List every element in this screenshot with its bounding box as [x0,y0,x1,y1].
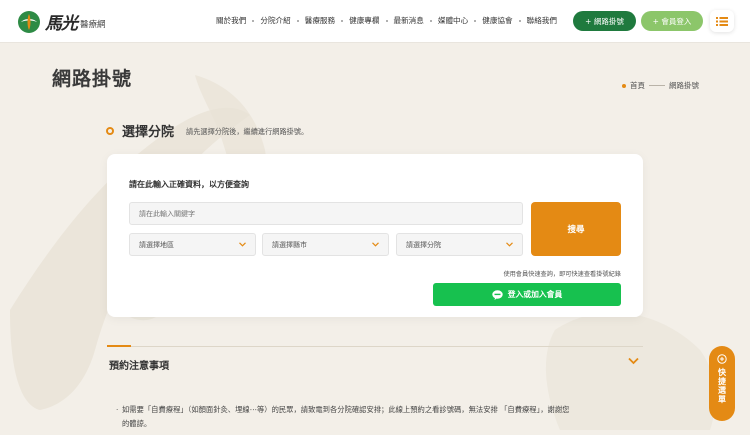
list-menu-icon [716,16,728,26]
bullet-icon: · [116,405,119,414]
notice-line-1: 如需要「自費療程」（如顏面針灸、埋線⋯等）的民眾，請致電到各分院確認安排；此線上… [122,405,570,414]
chevron-down-icon [239,242,246,247]
main-nav: 關於我們 分院介紹 醫療服務 健康專欄 最新消息 媒體中心 健康協會 聯絡我們 [216,15,557,26]
nav-media[interactable]: 媒體中心 [438,15,468,26]
menu-button[interactable] [710,10,734,32]
nav-services[interactable]: 醫療服務 [305,15,335,26]
nav-separator [385,19,388,22]
keyword-input[interactable] [129,202,523,225]
nav-separator [341,19,344,22]
region-select-value: 請選擇地區 [139,240,174,249]
online-booking-button[interactable]: + 網路掛號 [573,11,636,31]
branch-select[interactable]: 請選擇分院 [396,233,523,256]
branch-select-value: 請選擇分院 [406,240,441,249]
form-heading: 請在此輸入正確資料，以方便查詢 [129,180,249,189]
nav-news[interactable]: 最新消息 [394,15,424,26]
line-login-button[interactable]: 登入或加入會員 [433,283,621,306]
quick-menu-button[interactable]: 快捷選單 [709,346,735,421]
section-description: 請先選擇分院後，繼續進行網路掛號。 [186,127,309,136]
quick-menu-label: 快捷選單 [717,368,727,404]
line-login-label: 登入或加入會員 [507,290,563,299]
breadcrumb-home[interactable]: 首頁 [630,80,645,91]
chevron-down-icon [372,242,379,247]
nav-separator [429,19,432,22]
nav-separator [518,19,521,22]
ring-bullet-icon [106,126,114,135]
breadcrumb-divider [649,85,665,86]
logo-suffix: 醫療網 [80,20,106,30]
breadcrumb-dot-icon [622,83,626,88]
nav-branches[interactable]: 分院介紹 [260,15,290,26]
region-select[interactable]: 請選擇地區 [129,233,256,256]
member-quick-note: 使用會員快速查詢，即可快速查看掛號紀錄 [503,271,621,278]
chevron-down-icon[interactable] [628,357,639,365]
nav-association[interactable]: 健康協會 [482,15,512,26]
section-heading: 選擇分院 請先選擇分院後，繼續進行網路掛號。 [106,121,308,140]
notice-accent-bar [107,345,131,347]
chevron-down-icon [506,242,513,247]
breadcrumb-current: 網路掛號 [669,81,699,90]
notice-content: · 如需要「自費療程」（如顏面針灸、埋線⋯等）的民眾，請致電到各分院確認安排；此… [116,403,658,431]
nav-separator [474,19,477,22]
notice-title[interactable]: 預約注意事項 [109,357,169,372]
nav-about[interactable]: 關於我們 [216,15,246,26]
city-select[interactable]: 請選擇縣市 [262,233,389,256]
nav-separator [296,19,299,22]
branch-search-card: 請在此輸入正確資料，以方便查詢 請選擇地區 請選擇縣市 請選擇分院 搜尋 使用會… [107,154,643,317]
logo-name: 馬光 [45,14,78,34]
logo-mark-icon [18,10,40,33]
notice-line-2: 的體諒。 [122,419,152,428]
breadcrumb: 首頁 網路掛號 [622,80,699,91]
line-chat-icon [492,289,503,300]
search-button[interactable]: 搜尋 [531,202,621,256]
nav-contact[interactable]: 聯絡我們 [527,15,557,26]
member-login-button[interactable]: + 會員登入 [641,11,703,31]
nav-health-column[interactable]: 健康專欄 [349,15,379,26]
site-header: 馬光 醫療網 關於我們 分院介紹 醫療服務 健康專欄 最新消息 媒體中心 健康協… [0,0,750,42]
plus-circle-icon [717,354,727,364]
notice-divider [107,346,643,347]
city-select-value: 請選擇縣市 [272,240,307,249]
section-title: 選擇分院 [122,125,175,140]
site-logo[interactable]: 馬光 醫療網 [17,9,106,34]
nav-separator [252,19,255,22]
page-title: 網路掛號 [52,68,133,90]
